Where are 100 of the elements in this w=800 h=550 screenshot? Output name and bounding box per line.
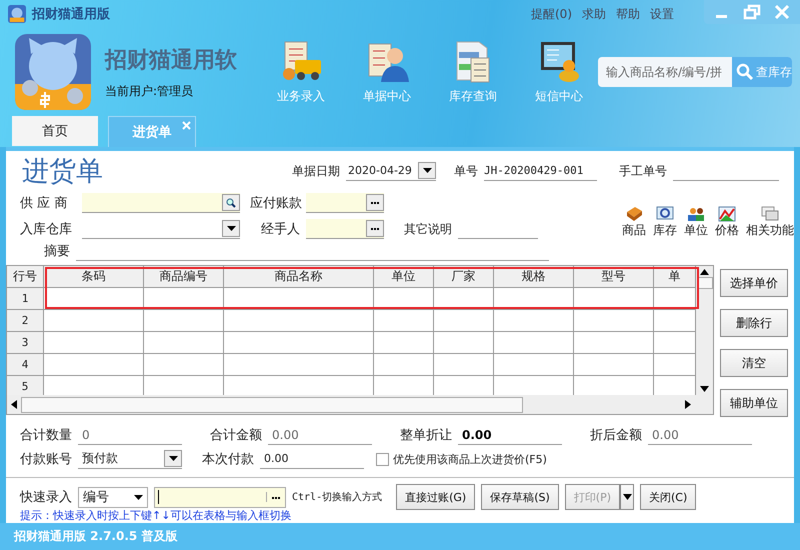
payment-field[interactable]: 0.00 — [260, 449, 364, 469]
toolbar-button[interactable]: 相关功能 — [746, 206, 794, 239]
table-cell[interactable] — [434, 310, 494, 332]
column-header: 单位 — [374, 266, 434, 288]
table-cell[interactable] — [374, 354, 434, 376]
total-label: 合计数量 — [20, 427, 72, 444]
row-number: 4 — [7, 354, 44, 376]
column-header: 规格 — [494, 266, 574, 288]
toolbar-button[interactable]: 单位 — [684, 206, 708, 239]
vertical-scrollbar[interactable] — [696, 266, 713, 395]
checkbox[interactable]: 优先使用该商品上次进货价(F5) — [376, 452, 547, 466]
table-cell[interactable] — [494, 332, 574, 354]
row-number: 3 — [7, 332, 44, 354]
column-header: 厂家 — [434, 266, 494, 288]
dropdown-arrow-icon — [226, 226, 236, 231]
total-field: 0.00 — [648, 425, 752, 445]
field-label: 其它说明 — [404, 220, 452, 238]
field-label: 单号 — [454, 162, 478, 180]
people-icon — [687, 206, 705, 222]
up-arrow-icon[interactable] — [700, 269, 709, 275]
tab[interactable]: 首页 — [12, 116, 98, 146]
side-button[interactable]: 清空 — [720, 349, 788, 377]
toolbar-button[interactable]: 价格 — [715, 206, 739, 239]
field-label: 摘要 — [44, 243, 70, 260]
table-cell[interactable] — [574, 332, 654, 354]
total-field: 0.00 — [458, 425, 562, 445]
action-button[interactable]: 保存草稿(S) — [481, 484, 559, 510]
total-field: 0 — [78, 425, 182, 445]
payable-field[interactable] — [306, 193, 384, 213]
warehouse-dropdown[interactable] — [82, 219, 240, 239]
table-cell[interactable] — [574, 288, 654, 310]
down-arrow-icon[interactable] — [700, 386, 709, 392]
table-cell[interactable] — [494, 288, 574, 310]
side-button[interactable]: 选择单价 — [720, 269, 788, 297]
windows-icon — [761, 206, 779, 222]
window-title: 招财猫通用版 — [32, 6, 110, 23]
close-icon[interactable] — [772, 4, 792, 20]
table-cell[interactable] — [374, 310, 434, 332]
table-cell[interactable] — [434, 288, 494, 310]
header-link[interactable]: 设置 — [650, 6, 674, 22]
field-label: 入库仓库 — [20, 221, 73, 238]
table-cell[interactable] — [144, 332, 224, 354]
supplier-field[interactable] — [82, 193, 240, 213]
field-label: 手工单号 — [619, 162, 667, 180]
row-number: 1 — [7, 288, 44, 310]
toolbar-button[interactable]: 库存 — [653, 206, 677, 239]
tip-text: 提示：快速录入时按上下键↑↓可以在表格与输入框切换 — [20, 508, 292, 523]
table-cell[interactable] — [574, 310, 654, 332]
mode-dropdown[interactable]: 编号 — [78, 486, 148, 508]
table-cell[interactable] — [224, 354, 374, 376]
dropdown-arrow-icon — [168, 456, 178, 461]
toolbar-button[interactable]: 商品 — [622, 206, 646, 239]
table-cell[interactable] — [574, 354, 654, 376]
header-link[interactable]: 提醒(0) — [531, 6, 572, 22]
table-cell[interactable] — [494, 354, 574, 376]
table-cell[interactable] — [374, 288, 434, 310]
action-button[interactable]: 直接过账(G) — [396, 484, 476, 510]
number-field[interactable]: JH-20200429-001 — [484, 161, 597, 181]
side-button[interactable]: 删除行 — [720, 309, 788, 337]
date-field[interactable]: 2020-04-29 — [346, 161, 436, 181]
table-cell[interactable] — [224, 332, 374, 354]
table-cell[interactable] — [224, 288, 374, 310]
header-link[interactable]: 帮助 — [616, 6, 640, 22]
table-cell[interactable] — [434, 332, 494, 354]
table-cell[interactable] — [434, 354, 494, 376]
table-cell[interactable] — [44, 310, 144, 332]
table-cell[interactable] — [494, 310, 574, 332]
column-header: 单 — [654, 266, 696, 288]
table-cell[interactable] — [224, 310, 374, 332]
current-user: 当前用户:管理员 — [105, 82, 194, 100]
action-button[interactable]: 关闭(C) — [640, 484, 696, 510]
form-title: 进货单 — [22, 155, 104, 189]
column-header: 型号 — [574, 266, 654, 288]
table-cell[interactable] — [374, 332, 434, 354]
table-cell[interactable] — [44, 288, 144, 310]
scroll-thumb[interactable] — [21, 396, 523, 412]
field-label: 单据日期 — [292, 162, 340, 180]
restore-icon[interactable] — [742, 4, 762, 20]
total-label: 整单折让 — [400, 427, 452, 444]
table-cell[interactable] — [144, 288, 224, 310]
table-cell[interactable] — [44, 332, 144, 354]
side-button[interactable]: 辅助单位 — [720, 389, 788, 417]
total-label: 合计金额 — [210, 427, 262, 444]
account-dropdown[interactable]: 预付款 — [78, 449, 182, 469]
right-arrow-icon[interactable] — [685, 400, 691, 409]
horizontal-scrollbar[interactable] — [7, 395, 713, 414]
table-cell[interactable] — [44, 354, 144, 376]
handler-field[interactable] — [306, 219, 384, 239]
dropdown-arrow-icon — [134, 494, 143, 500]
close-icon[interactable] — [182, 121, 191, 130]
quick-entry-field[interactable] — [154, 486, 286, 508]
left-arrow-icon[interactable] — [11, 400, 17, 409]
field-label: 经手人 — [260, 221, 300, 238]
header-link[interactable]: 求助 — [582, 6, 606, 22]
dropdown-arrow-icon — [422, 168, 432, 173]
app-name: 招财猫通用软 — [105, 46, 238, 74]
table-cell[interactable] — [144, 354, 224, 376]
table-cell[interactable] — [144, 310, 224, 332]
magnifier-icon — [656, 206, 674, 222]
dropdown-arrow-icon — [622, 494, 632, 500]
